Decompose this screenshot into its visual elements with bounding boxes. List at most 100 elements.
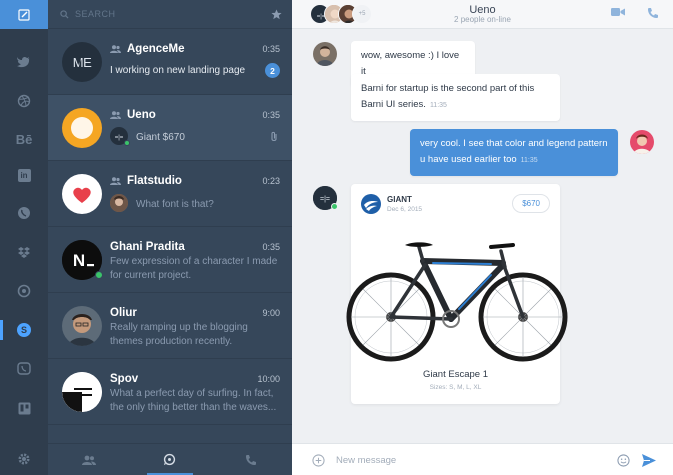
compose-icon xyxy=(18,8,30,21)
person-photo-icon xyxy=(110,194,128,212)
product-sizes: Sizes: S, M, L, XL xyxy=(429,384,482,391)
settings-button[interactable] xyxy=(0,443,48,475)
message-avatar: =|= xyxy=(313,186,338,210)
send-icon[interactable] xyxy=(642,454,656,467)
avatar xyxy=(62,174,102,214)
linkedin-icon: in xyxy=(17,168,31,182)
behance-icon: Bē xyxy=(15,131,33,147)
dribbble-icon xyxy=(17,94,31,108)
compose-button[interactable] xyxy=(0,0,48,29)
person-photo-icon xyxy=(313,42,337,66)
tab-chats[interactable] xyxy=(129,444,210,475)
emoji-icon[interactable] xyxy=(617,454,630,467)
chat-panel: =|= +5 Ueno 2 people on-line wow, awesom… xyxy=(292,0,673,475)
chat-header: =|= +5 Ueno 2 people on-line xyxy=(292,0,673,29)
gear-icon xyxy=(18,453,30,465)
contacts-icon xyxy=(81,455,96,465)
rail-dropbox[interactable] xyxy=(0,238,48,266)
rail-whatsapp[interactable] xyxy=(0,199,48,227)
message-bubble-own: very cool. I see that color and legend p… xyxy=(410,129,618,176)
product-brand: GIANT xyxy=(387,195,412,204)
conversation-item-ghani-pradita[interactable]: N Ghani Pradita 0:35 Few expression of a… xyxy=(48,227,292,293)
online-indicator xyxy=(331,203,338,210)
list-footer-tabs xyxy=(48,443,292,475)
product-card[interactable]: GIANT Dec 6, 2015 $670 Giant Escape 1 Si… xyxy=(346,184,568,404)
conversation-preview: I working on new landing page xyxy=(110,65,246,76)
conversation-time: 10:00 xyxy=(257,374,280,384)
search-input[interactable] xyxy=(75,9,271,19)
conversation-name: Flatstudio xyxy=(110,175,182,187)
star-icon[interactable] xyxy=(271,8,282,20)
svg-text:=|=: =|= xyxy=(115,135,124,141)
agenceme-logo-icon: ME xyxy=(73,55,93,70)
tab-contacts[interactable] xyxy=(48,444,129,475)
add-attachment-icon[interactable] xyxy=(312,454,325,467)
message-text: wow, awesome :) I love it xyxy=(361,50,460,77)
conversation-item-flatstudio[interactable]: Flatstudio 0:23 What font is that? xyxy=(48,161,292,227)
person-photo-icon xyxy=(62,306,102,346)
sender-avatar xyxy=(110,194,128,212)
rail-behance[interactable]: Bē xyxy=(0,125,48,153)
message-avatar xyxy=(313,42,337,66)
conversation-item-ueno[interactable]: Ueno 0:35 =|= Giant $670 xyxy=(48,95,292,161)
viber-icon xyxy=(17,362,31,375)
twitter-icon xyxy=(17,56,30,68)
conversation-time: 0:35 xyxy=(262,242,280,252)
group-icon xyxy=(110,45,121,53)
phone-icon[interactable] xyxy=(647,7,659,19)
message-input[interactable] xyxy=(336,452,606,468)
svg-text:=|=: =|= xyxy=(320,196,330,203)
sender-avatar: =|= xyxy=(110,127,130,146)
product-date: Dec 6, 2015 xyxy=(387,206,423,213)
message-text: Barni for startup is the second part of … xyxy=(361,83,535,110)
rail-viber[interactable] xyxy=(0,355,48,383)
giant-logo-icon xyxy=(361,194,381,214)
trello-icon xyxy=(18,402,30,414)
avatar: N xyxy=(62,240,103,280)
message-time: 11:35 xyxy=(429,102,447,109)
rail-skype[interactable]: S xyxy=(0,316,48,344)
conversation-list: ME AgenceMe 0:35 I working on new landin… xyxy=(48,0,292,475)
chat-app-icon xyxy=(17,284,31,298)
conversation-preview: What font is that? xyxy=(136,199,214,210)
video-call-icon[interactable] xyxy=(611,7,625,17)
whatsapp-icon xyxy=(18,207,30,219)
product-price[interactable]: $670 xyxy=(512,194,550,213)
search-icon xyxy=(60,9,69,19)
rail-trello[interactable] xyxy=(0,394,48,422)
online-indicator xyxy=(124,140,130,146)
heart-icon xyxy=(73,187,91,203)
rail-linkedin[interactable]: in xyxy=(0,161,48,189)
product-name: Giant Escape 1 xyxy=(423,369,488,380)
spov-logo-icon xyxy=(62,372,102,412)
search-bar xyxy=(48,0,292,29)
rail-chat-app[interactable] xyxy=(0,277,48,305)
conversation-time: 0:35 xyxy=(262,110,280,120)
conversation-name: Ueno xyxy=(110,109,156,121)
conversation-preview: Really ramping up the blogging themes pr… xyxy=(110,322,248,347)
svg-text:ME: ME xyxy=(73,55,92,70)
message-time: 11:35 xyxy=(520,157,538,164)
conversation-item-agenceme[interactable]: ME AgenceMe 0:35 I working on new landin… xyxy=(48,29,292,95)
attachment-icon xyxy=(271,131,277,142)
conversation-preview: What a perfect day of surfing. In fact, … xyxy=(110,388,277,413)
conversation-item-spov[interactable]: Spov 10:00 What a perfect day of surfing… xyxy=(48,359,292,425)
group-icon xyxy=(110,177,121,185)
conversation-time: 9:00 xyxy=(262,308,280,318)
ueno-logo-icon xyxy=(71,117,93,139)
chat-bubble-icon xyxy=(164,453,176,466)
tab-calls[interactable] xyxy=(211,444,292,475)
message-composer xyxy=(292,443,673,475)
conversation-name: AgenceMe xyxy=(110,43,185,55)
avatar xyxy=(62,108,102,148)
avatar: ME xyxy=(62,42,102,82)
conversation-preview: Few expression of a character I made for… xyxy=(110,256,278,281)
rail-twitter[interactable] xyxy=(0,48,48,76)
rail-dribbble[interactable] xyxy=(0,87,48,115)
svg-text:N: N xyxy=(73,251,85,270)
icon-rail: Bē in S xyxy=(0,0,48,475)
group-icon xyxy=(110,111,121,119)
conversation-item-oliur[interactable]: Oliur 9:00 Really ramping up the bloggin… xyxy=(48,293,292,359)
conversation-time: 0:23 xyxy=(262,176,280,186)
own-avatar xyxy=(630,130,654,154)
